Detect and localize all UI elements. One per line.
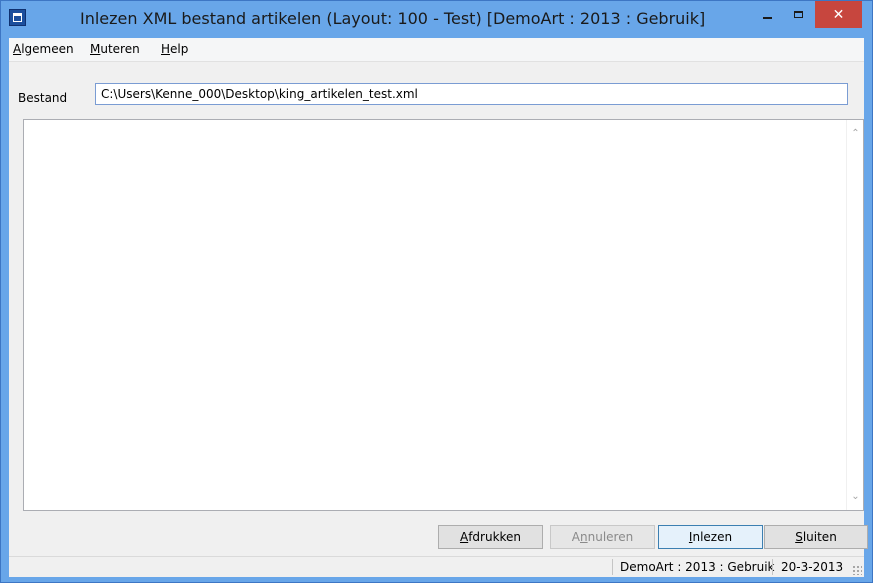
close-icon: ✕ bbox=[832, 6, 845, 23]
vertical-scrollbar[interactable]: ⌃ ⌄ bbox=[846, 120, 863, 510]
application-window: Inlezen XML bestand artikelen (Layout: 1… bbox=[0, 0, 873, 583]
annuleren-button[interactable]: An nuleren bbox=[550, 525, 655, 549]
app-window-icon[interactable] bbox=[9, 9, 26, 26]
minimize-button[interactable] bbox=[753, 1, 782, 28]
window-title: Inlezen XML bestand artikelen (Layout: 1… bbox=[80, 9, 706, 28]
title-bar[interactable]: Inlezen XML bestand artikelen (Layout: 1… bbox=[1, 1, 872, 38]
menu-help[interactable]: Help bbox=[161, 42, 188, 56]
menu-bar: Algemeen Muteren Help bbox=[9, 38, 864, 62]
status-date: 20-3-2013 bbox=[781, 560, 844, 574]
output-textarea[interactable]: ⌃ ⌄ bbox=[23, 119, 864, 511]
status-context: DemoArt : 2013 : Gebruik bbox=[620, 560, 775, 574]
resize-grip-icon[interactable] bbox=[852, 565, 862, 575]
close-button[interactable]: ✕ bbox=[815, 1, 862, 28]
menu-algemeen[interactable]: Algemeen bbox=[13, 42, 74, 56]
client-area: Algemeen Muteren Help Bestand ⌃ ⌄ Afdruk… bbox=[9, 38, 868, 577]
status-bar: DemoArt : 2013 : Gebruik 20-3-2013 bbox=[9, 556, 864, 577]
minimize-icon bbox=[763, 16, 772, 19]
bestand-label: Bestand bbox=[18, 91, 68, 105]
maximize-icon bbox=[794, 11, 803, 18]
afdrukken-button[interactable]: Afdrukken bbox=[438, 525, 543, 549]
scroll-down-icon[interactable]: ⌄ bbox=[847, 488, 864, 505]
sluiten-button[interactable]: Sluiten bbox=[764, 525, 868, 549]
maximize-button[interactable] bbox=[784, 1, 813, 28]
bestand-input[interactable] bbox=[95, 83, 848, 105]
menu-muteren[interactable]: Muteren bbox=[90, 42, 140, 56]
scroll-up-icon[interactable]: ⌃ bbox=[847, 125, 864, 142]
inlezen-button[interactable]: Inlezen bbox=[658, 525, 763, 549]
